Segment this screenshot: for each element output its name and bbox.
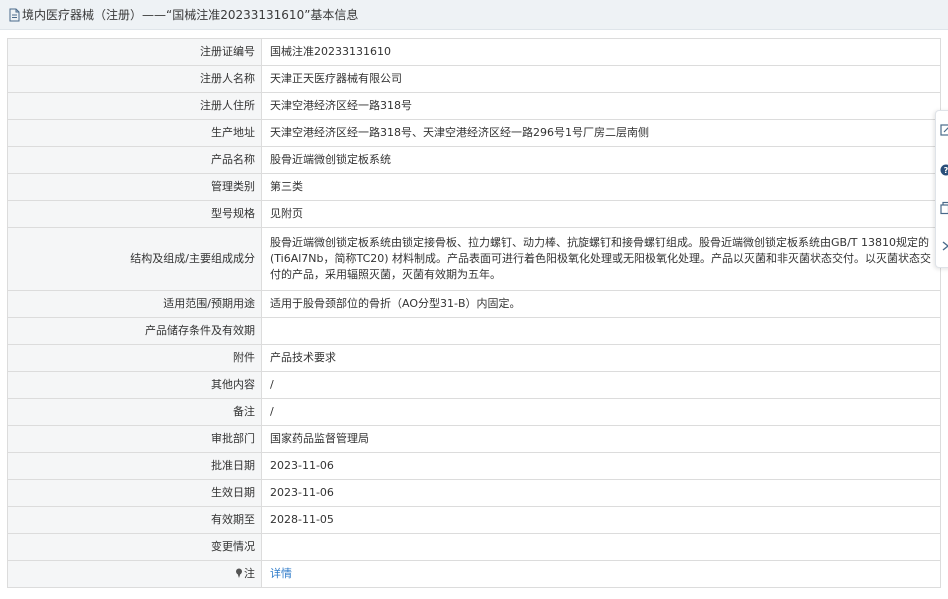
row-value: 国械注准20233131610: [261, 38, 941, 66]
info-table-container: 注册证编号 国械注准20233131610 注册人名称 天津正天医疗器械有限公司…: [7, 38, 941, 588]
copy-icon[interactable]: [940, 201, 948, 215]
table-row: 备注 /: [7, 398, 941, 426]
note-value-cell: 详情: [261, 560, 941, 588]
row-label: 产品名称: [7, 146, 262, 174]
row-value: 2023-11-06: [261, 479, 941, 507]
table-row: 管理类别 第三类: [7, 173, 941, 201]
row-label: 注册证编号: [7, 38, 262, 66]
pin-icon: [236, 568, 242, 578]
note-row: 注 详情: [7, 560, 941, 588]
row-value: 股骨近端微创锁定板系统: [261, 146, 941, 174]
table-row: 注册证编号 国械注准20233131610: [7, 38, 941, 66]
row-label: 其他内容: [7, 371, 262, 399]
row-label: 管理类别: [7, 173, 262, 201]
table-row: 有效期至 2028-11-05: [7, 506, 941, 534]
row-value: 天津空港经济区经一路318号、天津空港经济区经一路296号1号厂房二层南侧: [261, 119, 941, 147]
row-label: 变更情况: [7, 533, 262, 561]
row-value: /: [261, 398, 941, 426]
table-row: 结构及组成/主要组成成分 股骨近端微创锁定板系统由锁定接骨板、拉力螺钉、动力棒、…: [7, 227, 941, 291]
row-label: 批准日期: [7, 452, 262, 480]
row-value: 天津空港经济区经一路318号: [261, 92, 941, 120]
row-label: 注册人住所: [7, 92, 262, 120]
table-row: 注册人名称 天津正天医疗器械有限公司: [7, 65, 941, 93]
row-label: 生产地址: [7, 119, 262, 147]
table-row: 附件 产品技术要求: [7, 344, 941, 372]
row-value: 2023-11-06: [261, 452, 941, 480]
page-header: 境内医疗器械（注册）——“国械注准20233131610”基本信息: [0, 0, 948, 30]
row-value: 天津正天医疗器械有限公司: [261, 65, 941, 93]
row-label: 备注: [7, 398, 262, 426]
floating-toolbar: ?: [935, 110, 948, 268]
row-label: 结构及组成/主要组成成分: [7, 227, 262, 291]
page-title: 境内医疗器械（注册）——“国械注准20233131610”基本信息: [22, 8, 359, 22]
row-label: 适用范围/预期用途: [7, 290, 262, 318]
table-row: 产品储存条件及有效期: [7, 317, 941, 345]
row-value: 见附页: [261, 200, 941, 228]
row-label: 生效日期: [7, 479, 262, 507]
help-icon[interactable]: ?: [940, 163, 948, 177]
table-row: 生效日期 2023-11-06: [7, 479, 941, 507]
row-value: [261, 533, 941, 561]
row-value: 适用于股骨颈部位的骨折（AO分型31-B）内固定。: [261, 290, 941, 318]
edit-icon[interactable]: [940, 123, 948, 137]
row-value: 2028-11-05: [261, 506, 941, 534]
row-value: 产品技术要求: [261, 344, 941, 372]
table-row: 其他内容 /: [7, 371, 941, 399]
document-icon: [9, 8, 20, 21]
note-label-cell: 注: [7, 560, 262, 588]
table-row: 批准日期 2023-11-06: [7, 452, 941, 480]
table-row: 适用范围/预期用途 适用于股骨颈部位的骨折（AO分型31-B）内固定。: [7, 290, 941, 318]
table-row: 产品名称 股骨近端微创锁定板系统: [7, 146, 941, 174]
table-row: 注册人住所 天津空港经济区经一路318号: [7, 92, 941, 120]
row-label: 注册人名称: [7, 65, 262, 93]
table-row: 生产地址 天津空港经济区经一路318号、天津空港经济区经一路296号1号厂房二层…: [7, 119, 941, 147]
details-link[interactable]: 详情: [270, 567, 292, 580]
row-label: 审批部门: [7, 425, 262, 453]
row-value: 第三类: [261, 173, 941, 201]
info-table: 注册证编号 国械注准20233131610 注册人名称 天津正天医疗器械有限公司…: [7, 38, 941, 588]
row-label: 有效期至: [7, 506, 262, 534]
collapse-icon[interactable]: [940, 239, 948, 253]
table-row: 审批部门 国家药品监督管理局: [7, 425, 941, 453]
row-label: 附件: [7, 344, 262, 372]
row-value: [261, 317, 941, 345]
row-value: /: [261, 371, 941, 399]
table-row: 变更情况: [7, 533, 941, 561]
row-label: 产品储存条件及有效期: [7, 317, 262, 345]
note-label: 注: [244, 567, 255, 580]
row-label: 型号规格: [7, 200, 262, 228]
row-value: 国家药品监督管理局: [261, 425, 941, 453]
svg-text:?: ?: [944, 166, 948, 175]
row-value: 股骨近端微创锁定板系统由锁定接骨板、拉力螺钉、动力棒、抗旋螺钉和接骨螺钉组成。股…: [261, 227, 941, 291]
table-row: 型号规格 见附页: [7, 200, 941, 228]
